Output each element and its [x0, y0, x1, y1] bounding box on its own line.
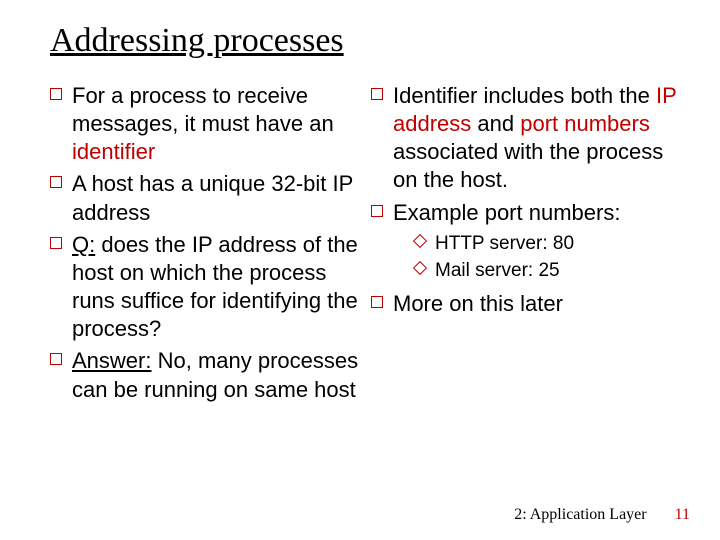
text: associated with the process on the host. — [393, 139, 663, 192]
text-red-identifier: identifier — [72, 139, 155, 164]
bullet-example-ports: Example port numbers: HTTP server: 80 Ma… — [371, 199, 680, 284]
text: Mail server: 25 — [435, 260, 560, 281]
answer-label: Answer: — [72, 348, 151, 373]
text: A host has a unique 32-bit IP address — [72, 171, 353, 224]
bullet-identifier-includes: Identifier includes both the IP address … — [371, 82, 680, 195]
text: and — [471, 111, 520, 136]
bullet-process-identifier: For a process to receive messages, it mu… — [50, 82, 359, 166]
text: Example port numbers: — [393, 200, 620, 225]
sub-mail: Mail server: 25 — [415, 258, 680, 284]
text: For a process to receive messages, it mu… — [72, 83, 334, 136]
bullet-host-ip: A host has a unique 32-bit IP address — [50, 170, 359, 226]
sub-bullets: HTTP server: 80 Mail server: 25 — [393, 231, 680, 284]
text: HTTP server: 80 — [435, 233, 574, 254]
slide: Addressing processes For a process to re… — [0, 0, 720, 540]
footer: 2: Application Layer 11 — [514, 506, 690, 524]
bullet-more-later: More on this later — [371, 290, 680, 318]
left-bullets: For a process to receive messages, it mu… — [50, 82, 359, 404]
bullet-answer: Answer: No, many processes can be runnin… — [50, 347, 359, 403]
text: does the IP address of the host on which… — [72, 232, 358, 341]
sub-http: HTTP server: 80 — [415, 231, 680, 257]
columns: For a process to receive messages, it mu… — [50, 82, 680, 408]
footer-page-number: 11 — [675, 506, 690, 523]
text: Identifier includes both the — [393, 83, 656, 108]
text: More on this later — [393, 291, 563, 316]
footer-chapter: 2: Application Layer — [514, 506, 646, 523]
slide-title: Addressing processes — [50, 22, 344, 60]
right-column: Identifier includes both the IP address … — [371, 82, 680, 408]
text-red-port: port numbers — [520, 111, 650, 136]
right-bullets: Identifier includes both the IP address … — [371, 82, 680, 318]
question-label: Q: — [72, 232, 95, 257]
bullet-question: Q: does the IP address of the host on wh… — [50, 231, 359, 344]
left-column: For a process to receive messages, it mu… — [50, 82, 359, 408]
